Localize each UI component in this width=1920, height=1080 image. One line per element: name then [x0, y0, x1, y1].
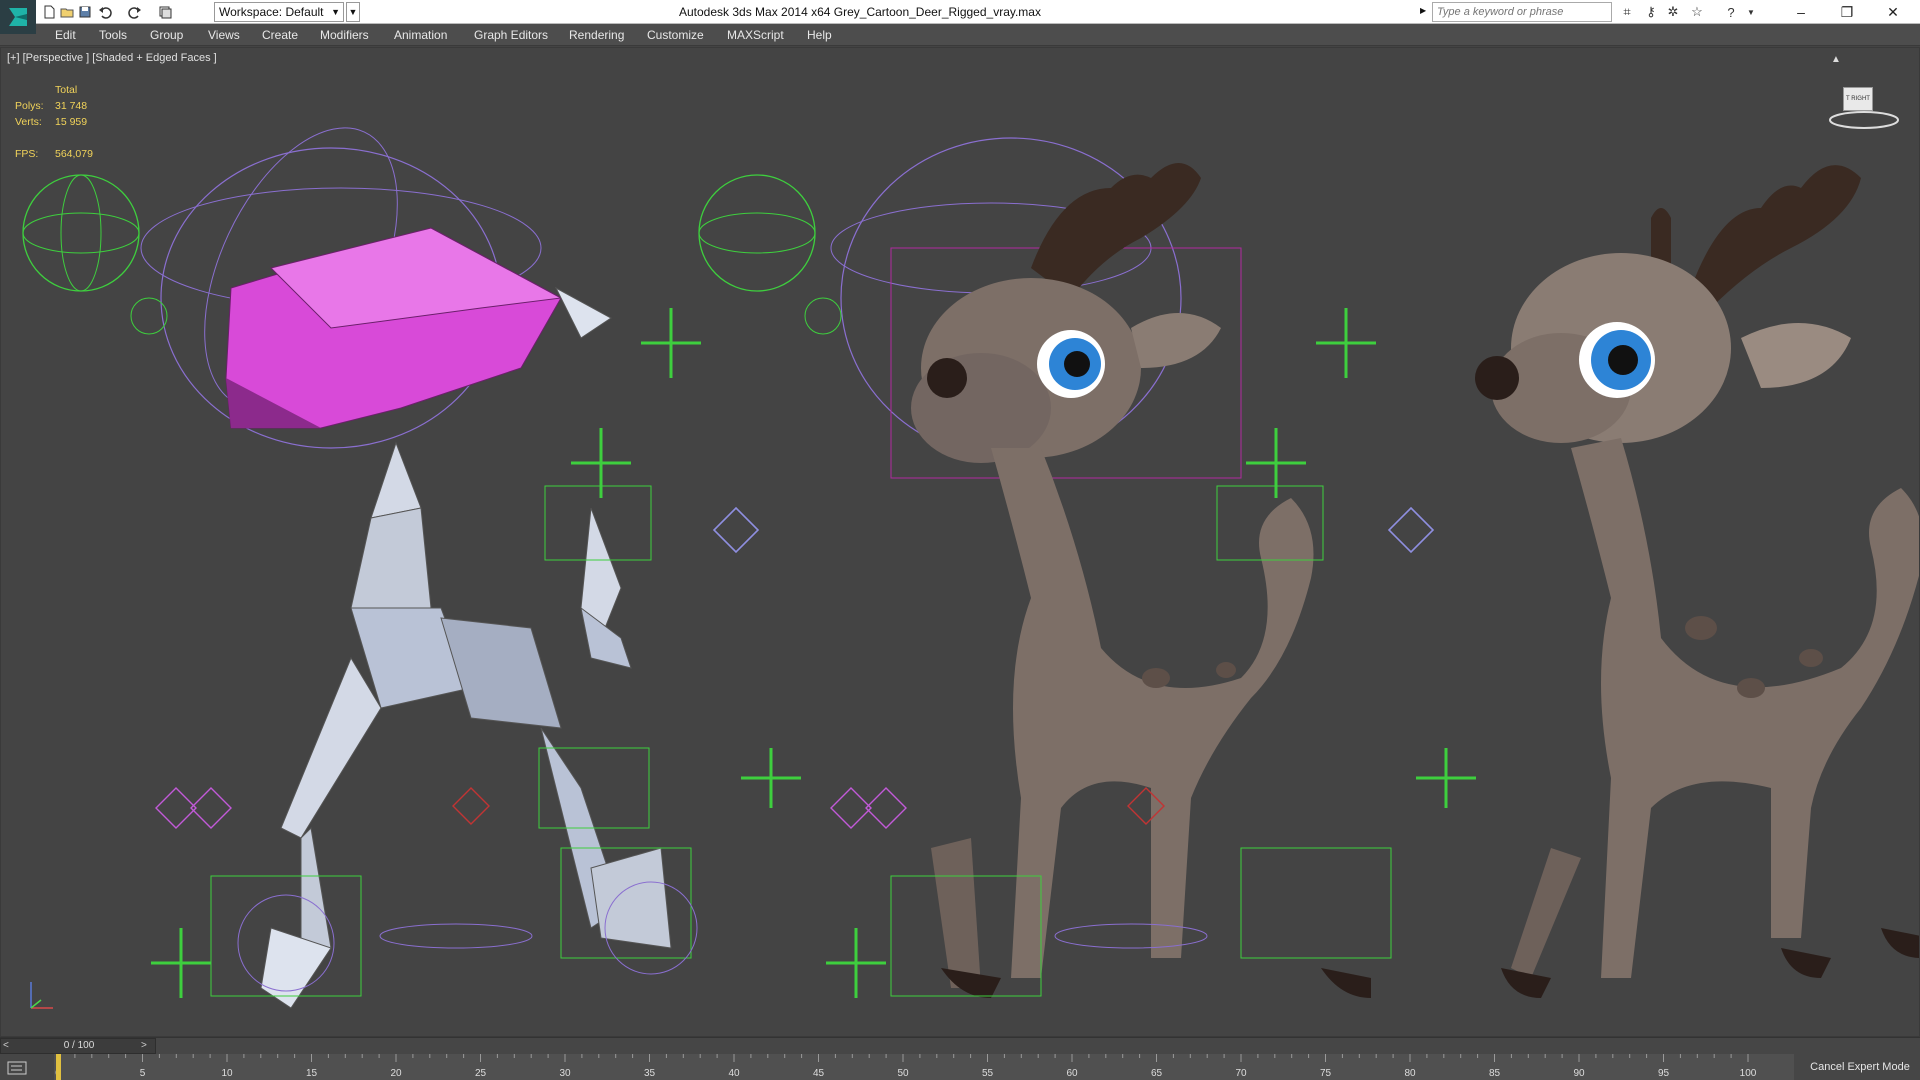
menu-bar: Edit Tools Group Views Create Modifiers …	[0, 24, 1920, 46]
viewcube[interactable]: T RIGHT	[1827, 82, 1901, 132]
stats-polys-label: Polys:	[15, 100, 44, 112]
timeline-tick-label: 55	[982, 1068, 994, 1079]
stats-polys-value: 31 748	[55, 100, 88, 112]
time-slider-value: 0 / 100	[63, 1040, 95, 1051]
minimize-button[interactable]: –	[1778, 0, 1824, 24]
timeline-tick-label: 30	[559, 1068, 571, 1079]
close-button[interactable]: ✕	[1870, 0, 1916, 24]
timeline-tick-label: 5	[140, 1068, 146, 1079]
time-next-button[interactable]: >	[141, 1039, 147, 1053]
menu-animation[interactable]: Animation	[394, 24, 447, 46]
binoculars-icon[interactable]: ⌗	[1618, 4, 1636, 20]
infocenter-search[interactable]	[1432, 2, 1612, 22]
scene-render	[22, 127, 1919, 1009]
timeline-tick-label: 20	[390, 1068, 402, 1079]
menu-create[interactable]: Create	[262, 24, 298, 46]
timeline-tick-label: 35	[644, 1068, 656, 1079]
menu-edit[interactable]: Edit	[55, 24, 76, 46]
timeline-tick-label: 70	[1235, 1068, 1247, 1079]
help-icon[interactable]: ?	[1722, 4, 1740, 20]
deer-wireframe-middle	[698, 137, 1476, 998]
stats-fps-label: FPS:	[15, 148, 39, 160]
workspace-dropdown[interactable]: Workspace: Default ▼	[214, 2, 344, 22]
menu-customize[interactable]: Customize	[647, 24, 704, 46]
stats-total-header: Total	[55, 84, 78, 96]
deer-shaded-right	[1475, 165, 1919, 998]
menu-tools[interactable]: Tools	[99, 24, 127, 46]
timeline-tick-label: 10	[221, 1068, 233, 1079]
time-slider[interactable]: < 0 / 100 >	[0, 1038, 156, 1054]
perspective-viewport[interactable]: [+] [Perspective ] [Shaded + Edged Faces…	[0, 47, 1920, 1037]
undo-icon[interactable]	[96, 3, 114, 21]
timeline-tick-label: 60	[1066, 1068, 1078, 1079]
workspace-label: Workspace: Default	[219, 5, 324, 19]
timeline-tick-label: 75	[1320, 1068, 1332, 1079]
viewcube-face[interactable]: T RIGHT	[1843, 87, 1873, 111]
chevron-down-icon: ▼	[331, 7, 340, 17]
axis-tripod-icon	[30, 982, 53, 1009]
timeline-tick-label: 80	[1404, 1068, 1416, 1079]
caret-right-icon[interactable]: ▶	[1420, 6, 1426, 15]
viewport-label[interactable]: [+] [Perspective ] [Shaded + Edged Faces…	[7, 52, 217, 64]
menu-group[interactable]: Group	[150, 24, 183, 46]
cancel-expert-mode-button[interactable]: Cancel Expert Mode	[1800, 1054, 1920, 1080]
track-view-icon[interactable]	[6, 1060, 34, 1078]
restore-button[interactable]: ❐	[1824, 0, 1870, 24]
timeline-tick-label: 90	[1573, 1068, 1585, 1079]
timeline-tick-label: 45	[813, 1068, 825, 1079]
timeline-tick-label: 85	[1489, 1068, 1501, 1079]
timeline-tick-label: 40	[728, 1068, 740, 1079]
timeline-tick-label: 25	[475, 1068, 487, 1079]
timeline-tick-label: 15	[306, 1068, 318, 1079]
timeline-tick-label: 50	[897, 1068, 909, 1079]
menu-rendering[interactable]: Rendering	[569, 24, 624, 46]
timeline-track[interactable]: 0510152025303540455055606570758085909510…	[54, 1054, 1794, 1080]
chevron-down-icon[interactable]: ▼	[1742, 4, 1760, 20]
menu-help[interactable]: Help	[807, 24, 832, 46]
timeline-tick-label: 100	[1740, 1068, 1757, 1079]
new-file-icon[interactable]	[40, 3, 58, 21]
stats-verts-value: 15 959	[55, 116, 88, 128]
stats-verts-label: Verts:	[15, 116, 42, 128]
quick-access-dropdown[interactable]: ▼	[346, 2, 360, 22]
timeline-current-frame-marker[interactable]	[56, 1054, 61, 1080]
timeline-tick-label: 95	[1658, 1068, 1670, 1079]
chevron-down-icon: ▼	[348, 7, 358, 17]
timeline-ruler: 0510152025303540455055606570758085909510…	[55, 1054, 1757, 1080]
project-folder-icon[interactable]	[156, 3, 174, 21]
window-title: Autodesk 3ds Max 2014 x64 Grey_Cartoon_D…	[679, 5, 1041, 19]
search-input[interactable]	[1433, 3, 1611, 21]
save-icon[interactable]	[76, 3, 94, 21]
title-bar: Workspace: Default ▼ ▼ Autodesk 3ds Max 2…	[0, 0, 1920, 34]
rig-bones-left	[22, 127, 801, 1009]
redo-icon[interactable]	[126, 3, 144, 21]
menu-modifiers[interactable]: Modifiers	[320, 24, 369, 46]
time-bar: < 0 / 100 > 0510152025303540455055606570…	[0, 1037, 1920, 1080]
satellite-icon[interactable]: ✲	[1664, 4, 1682, 20]
menu-maxscript[interactable]: MAXScript	[727, 24, 784, 46]
open-file-icon[interactable]	[58, 3, 76, 21]
stats-fps-value: 564,079	[55, 148, 93, 160]
lock-icon[interactable]: ▲	[1831, 54, 1841, 65]
star-icon[interactable]: ☆	[1688, 4, 1706, 20]
key-icon[interactable]: ⚷	[1642, 4, 1660, 20]
timeline-tick-label: 65	[1151, 1068, 1163, 1079]
menu-graph-editors[interactable]: Graph Editors	[474, 24, 548, 46]
3ds-max-logo-icon[interactable]	[0, 0, 36, 34]
menu-views[interactable]: Views	[208, 24, 240, 46]
